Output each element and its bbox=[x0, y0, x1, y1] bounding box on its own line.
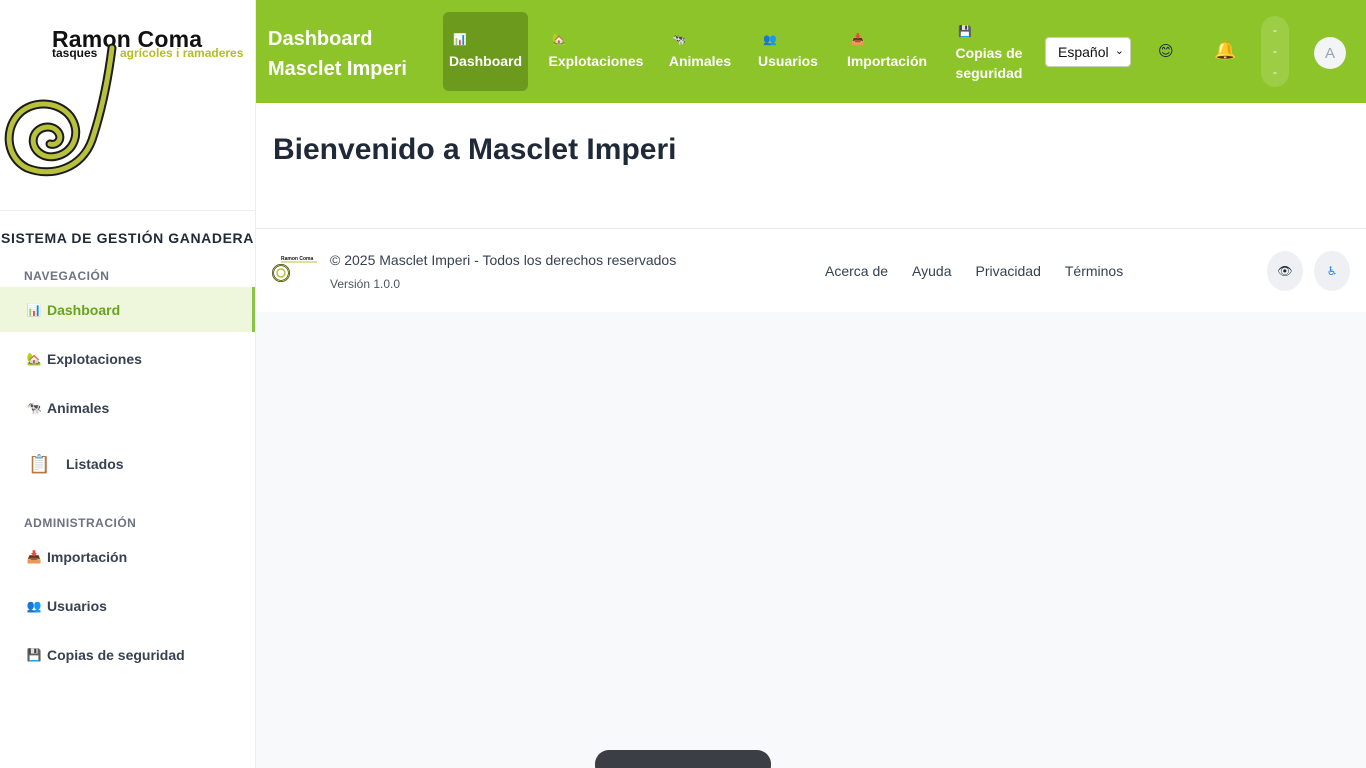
sidebar-item-copias[interactable]: 💾 Copias de seguridad bbox=[0, 632, 255, 677]
topnav-dashboard[interactable]: 📊 Dashboard bbox=[443, 12, 528, 91]
sidebar-item-usuarios[interactable]: 👥 Usuarios bbox=[0, 583, 255, 628]
sidebar-item-label: Dashboard bbox=[47, 301, 121, 318]
sidebar-item-label: Importación bbox=[47, 548, 128, 565]
topnav-label: Dashboard bbox=[448, 52, 523, 69]
footer-logo-icon: Ramon Coma bbox=[272, 256, 317, 282]
farm-icon: 🏡 bbox=[552, 33, 566, 46]
accessibility-icon: ♿ bbox=[1326, 264, 1338, 278]
sidebar-item-label: Animales bbox=[47, 399, 110, 416]
chevron-down-icon: ⌄ bbox=[1114, 45, 1124, 57]
bell-icon[interactable]: 🔔 bbox=[1214, 40, 1236, 61]
topnav-label: Animales bbox=[668, 52, 732, 69]
sidebar-item-label: Listados bbox=[66, 456, 124, 472]
section-administration: ADMINISTRACIÓN bbox=[24, 516, 137, 530]
page-title: Bienvenido a Masclet Imperi bbox=[273, 133, 677, 166]
language-value: Español bbox=[1058, 44, 1109, 60]
copyright-text: © 2025 Masclet Imperi - Todos los derech… bbox=[330, 252, 677, 268]
topnav-label: Usuarios bbox=[758, 52, 818, 69]
sidebar-item-animales[interactable]: 🐄 Animales bbox=[0, 385, 255, 430]
logo[interactable]: Ramon Coma tasques agrícoles i ramaderes bbox=[0, 0, 255, 211]
brand-line-2: Masclet Imperi bbox=[268, 58, 407, 80]
topnav-usuarios[interactable]: 👥 Usuarios bbox=[755, 12, 821, 91]
sidebar-item-listados[interactable]: 📋 Listados bbox=[0, 434, 255, 494]
topnav-label: Explotaciones bbox=[548, 52, 644, 69]
language-select[interactable]: Español ⌄ bbox=[1045, 37, 1131, 67]
sidebar-item-label: Copias de seguridad bbox=[47, 646, 185, 663]
section-navigation: NAVEGACIÓN bbox=[24, 269, 110, 283]
eye-button[interactable]: 👁 bbox=[1267, 251, 1303, 291]
topbar: Dashboard Masclet Imperi 📊 Dashboard 🏡 E… bbox=[256, 0, 1366, 103]
sidebar: Ramon Coma tasques agrícoles i ramaderes… bbox=[0, 0, 256, 768]
sidebar-item-dashboard[interactable]: 📊 Dashboard bbox=[0, 287, 255, 332]
sidebar-item-label: Explotaciones bbox=[47, 350, 142, 367]
sidebar-item-explotaciones[interactable]: 🏡 Explotaciones bbox=[0, 336, 255, 381]
brand-line-1: Dashboard bbox=[268, 28, 373, 50]
sidebar-item-importacion[interactable]: 📥 Importación bbox=[0, 534, 255, 579]
cow-icon: 🐄 bbox=[26, 400, 42, 415]
cow-icon: 🐄 bbox=[672, 33, 686, 46]
chart-icon: 📊 bbox=[453, 33, 467, 46]
topnav-copias[interactable]: 💾 Copias de seguridad bbox=[951, 14, 1027, 93]
floppy-icon: 💾 bbox=[26, 647, 42, 662]
footer-link-help[interactable]: Ayuda bbox=[912, 263, 951, 279]
dot: - bbox=[1273, 65, 1277, 79]
version-text: Versión 1.0.0 bbox=[330, 277, 401, 291]
footer: Ramon Coma © 2025 Masclet Imperi - Todos… bbox=[256, 229, 1366, 312]
smiley-icon[interactable]: 😊 bbox=[1158, 42, 1174, 60]
menu-dots-button[interactable]: - - - bbox=[1261, 16, 1289, 87]
main-header: Bienvenido a Masclet Imperi bbox=[256, 103, 1366, 229]
topnav-importacion[interactable]: 📥 Importación bbox=[843, 12, 931, 91]
topnav-label: Copias de seguridad bbox=[955, 44, 1023, 81]
spiral-logo-icon bbox=[4, 43, 117, 177]
avatar[interactable]: A bbox=[1314, 37, 1346, 69]
topnav-explotaciones[interactable]: 🏡 Explotaciones bbox=[546, 12, 646, 91]
eye-icon: 👁 bbox=[1277, 264, 1293, 278]
clipboard-icon: 📋 bbox=[28, 453, 51, 474]
users-icon: 👥 bbox=[26, 598, 42, 613]
floating-toolbar[interactable] bbox=[595, 750, 771, 768]
accessibility-button[interactable]: ♿ bbox=[1314, 251, 1350, 291]
import-icon: 📥 bbox=[851, 33, 865, 46]
footer-links: Acerca de Ayuda Privacidad Términos bbox=[825, 263, 1123, 279]
farm-icon: 🏡 bbox=[26, 351, 42, 366]
topnav-label: Importación bbox=[846, 52, 928, 69]
floppy-icon: 💾 bbox=[958, 25, 972, 38]
footer-link-terms[interactable]: Términos bbox=[1065, 263, 1123, 279]
chart-icon: 📊 bbox=[26, 302, 42, 317]
footer-link-about[interactable]: Acerca de bbox=[825, 263, 888, 279]
system-title: SISTEMA DE GESTIÓN GANADERA bbox=[1, 230, 254, 246]
footer-link-privacy[interactable]: Privacidad bbox=[976, 263, 1041, 279]
brand-title[interactable]: Dashboard Masclet Imperi bbox=[268, 24, 407, 84]
topnav-animales[interactable]: 🐄 Animales bbox=[666, 12, 734, 91]
dot: - bbox=[1273, 44, 1277, 58]
svg-text:Ramon Coma: Ramon Coma bbox=[281, 256, 313, 262]
sidebar-item-label: Usuarios bbox=[47, 597, 107, 614]
users-icon: 👥 bbox=[763, 33, 777, 46]
dot: - bbox=[1273, 23, 1277, 37]
logo-subtitle-accent: agrícoles i ramaderes bbox=[120, 46, 244, 60]
import-icon: 📥 bbox=[26, 549, 42, 564]
